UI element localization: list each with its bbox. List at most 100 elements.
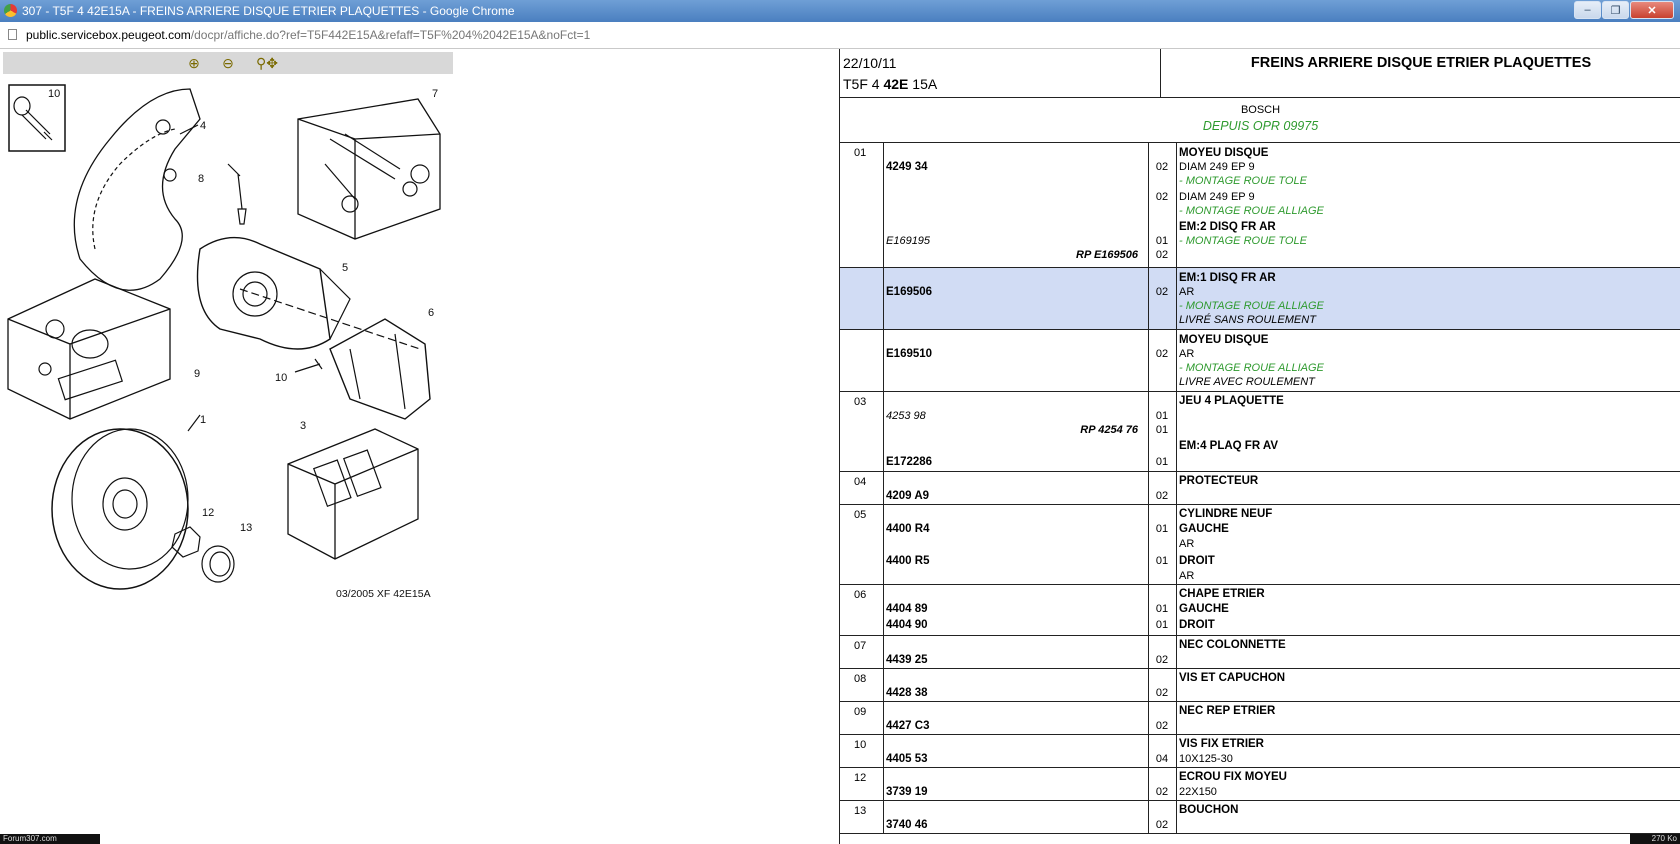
- row-position: 10: [854, 739, 867, 751]
- row-description: PROTECTEUR: [1179, 475, 1259, 487]
- row-quantity: 02: [1155, 490, 1169, 502]
- row-description: NEC COLONNETTE: [1179, 639, 1286, 651]
- row-quantity: 01: [1155, 555, 1169, 567]
- file-size-label: 270 Ko: [1630, 834, 1680, 844]
- viewer-toolbar: ⊕ ⊖ ⚲✥: [3, 52, 453, 74]
- row-note: - MONTAGE ROUE TOLE: [1179, 175, 1307, 187]
- table-row[interactable]: E169510 02 MOYEU DISQUE AR - MONTAGE ROU…: [840, 329, 1680, 391]
- address-bar[interactable]: public.servicebox.peugeot.com/docpr/affi…: [0, 22, 1680, 49]
- part-reference[interactable]: 4405 53: [886, 753, 928, 765]
- url-text[interactable]: public.servicebox.peugeot.com/docpr/affi…: [26, 28, 590, 42]
- row-description: CHAPE ETRIER: [1179, 588, 1265, 600]
- row-description: VIS FIX ETRIER: [1179, 738, 1264, 750]
- row-quantity: 02: [1155, 161, 1169, 173]
- window-title: 307 - T5F 4 42E15A - FREINS ARRIERE DISQ…: [22, 4, 515, 18]
- row-description: DIAM 249 EP 9: [1179, 191, 1255, 203]
- part-reference[interactable]: 4439 25: [886, 654, 928, 666]
- callout-label: 12: [202, 507, 214, 519]
- table-row[interactable]: 05 CYLINDRE NEUF 4400 R4 01 GAUCHE AR 44…: [840, 504, 1680, 584]
- zoom-in-icon[interactable]: ⊕: [185, 55, 203, 71]
- table-row[interactable]: 13 BOUCHON 3740 46 02: [840, 800, 1680, 834]
- close-button[interactable]: ✕: [1630, 1, 1674, 19]
- row-quantity: 02: [1155, 786, 1169, 798]
- row-quantity: 01: [1155, 456, 1169, 468]
- table-row[interactable]: 07 NEC COLONNETTE 4439 25 02: [840, 635, 1680, 668]
- backing-plate: [73, 88, 201, 291]
- row-description: BOUCHON: [1179, 804, 1239, 816]
- part-reference[interactable]: 4400 R4: [886, 523, 929, 535]
- callout-label: 4: [200, 120, 206, 132]
- part-reference[interactable]: 3740 46: [886, 819, 928, 831]
- zoom-out-icon[interactable]: ⊖: [219, 55, 237, 71]
- row-quantity: 02: [1155, 819, 1169, 831]
- row-description: EM:2 DISQ FR AR: [1179, 221, 1276, 233]
- guide-pin-kit-box: [297, 98, 441, 240]
- header-code: T5F 4 42E 15A: [843, 76, 937, 92]
- row-description: CYLINDRE NEUF: [1179, 508, 1273, 520]
- part-reference[interactable]: E169195: [886, 235, 930, 247]
- part-reference[interactable]: 3739 19: [886, 786, 928, 798]
- row-position: 03: [854, 396, 867, 408]
- row-quantity: 01: [1155, 619, 1169, 631]
- code-prefix: T5F 4: [843, 76, 884, 92]
- table-row[interactable]: 03 JEU 4 PLAQUETTE 4253 98 01 RP 4254 76…: [840, 391, 1680, 471]
- part-reference[interactable]: 4427 C3: [886, 720, 929, 732]
- diagram-viewer: ⊕ ⊖ ⚲✥ 10 4 7 8 5 6 9 10 1 3 12 13 03/20…: [0, 49, 840, 844]
- row-description: GAUCHE: [1179, 523, 1229, 535]
- part-reference[interactable]: 4404 90: [886, 619, 928, 631]
- caliper-bracket: [329, 318, 431, 420]
- part-reference[interactable]: 4428 38: [886, 687, 928, 699]
- part-reference[interactable]: E169506: [886, 286, 932, 298]
- callout-label: 3: [300, 420, 306, 432]
- row-position: 05: [854, 509, 867, 521]
- table-row[interactable]: 12 ECROU FIX MOYEU 3739 19 02 22X150: [840, 767, 1680, 800]
- code-bold: 42E: [883, 76, 909, 92]
- diagram-caption: 03/2005 XF 42E15A: [336, 588, 431, 599]
- forum-watermark: Forum307.com: [0, 834, 100, 844]
- page-title: FREINS ARRIERE DISQUE ETRIER PLAQUETTES: [1250, 55, 1592, 71]
- pan-zoom-icon[interactable]: ⚲✥: [253, 55, 281, 71]
- row-quantity: 01: [1155, 424, 1169, 436]
- row-description: 10X125-30: [1179, 753, 1233, 765]
- callout-label: 1: [200, 414, 206, 426]
- row-description: GAUCHE: [1179, 603, 1229, 615]
- url-path: /docpr/affiche.do?ref=T5F442E15A&refaff=…: [190, 28, 591, 42]
- part-reference[interactable]: 4209 A9: [886, 490, 929, 502]
- row-description: EM:4 PLAQ FR AV: [1179, 440, 1279, 452]
- replacement-reference[interactable]: RP E169506: [1076, 249, 1138, 261]
- table-row-selected[interactable]: E169506 02 EM:1 DISQ FR AR AR - MONTAGE …: [840, 267, 1680, 329]
- part-reference[interactable]: 4404 89: [886, 603, 928, 615]
- parts-list-panel: 22/10/11 T5F 4 42E 15A FREINS ARRIERE DI…: [839, 49, 1680, 844]
- row-description: AR: [1179, 286, 1195, 298]
- callout-label: 10: [275, 372, 287, 384]
- minimize-button[interactable]: –: [1574, 1, 1601, 19]
- row-quantity: 02: [1155, 720, 1169, 732]
- row-note: - MONTAGE ROUE TOLE: [1179, 235, 1307, 247]
- row-quantity: 04: [1155, 753, 1169, 765]
- caliper-body: [196, 236, 331, 350]
- part-reference[interactable]: 4400 R5: [886, 555, 929, 567]
- part-reference[interactable]: E169510: [886, 348, 932, 360]
- row-note: - MONTAGE ROUE ALLIAGE: [1179, 362, 1324, 374]
- table-row[interactable]: 10 VIS FIX ETRIER 4405 53 04 10X125-30: [840, 734, 1680, 767]
- row-note: LIVRÉ SANS ROULEMENT: [1179, 314, 1316, 326]
- maximize-button[interactable]: ❐: [1602, 1, 1629, 19]
- row-quantity: 02: [1155, 348, 1169, 360]
- table-row[interactable]: 08 VIS ET CAPUCHON 4428 38 02: [840, 668, 1680, 701]
- row-note: - MONTAGE ROUE ALLIAGE: [1179, 205, 1324, 217]
- row-description: AR: [1179, 570, 1195, 582]
- part-reference[interactable]: E172286: [886, 456, 932, 468]
- table-row[interactable]: 06 CHAPE ETRIER 4404 89 01 GAUCHE 4404 9…: [840, 584, 1680, 635]
- brand-label: BOSCH: [1240, 104, 1281, 116]
- part-reference[interactable]: 4249 34: [886, 161, 928, 173]
- row-description: DROIT: [1179, 555, 1215, 567]
- table-row[interactable]: 01 MOYEU DISQUE 4249 34 02 DIAM 249 EP 9…: [840, 142, 1680, 267]
- row-description: NEC REP ETRIER: [1179, 705, 1276, 717]
- replacement-reference[interactable]: RP 4254 76: [1080, 424, 1138, 436]
- table-row[interactable]: 04 PROTECTEUR 4209 A9 02: [840, 471, 1680, 504]
- table-row[interactable]: 09 NEC REP ETRIER 4427 C3 02: [840, 701, 1680, 734]
- chrome-icon: [4, 4, 17, 17]
- part-reference[interactable]: 4253 98: [886, 410, 926, 422]
- exploded-parts-diagram: 10 4 7 8 5 6 9 10 1 3 12 13 03/2005 XF 4…: [7, 84, 441, 599]
- callout-label: 6: [428, 307, 434, 319]
